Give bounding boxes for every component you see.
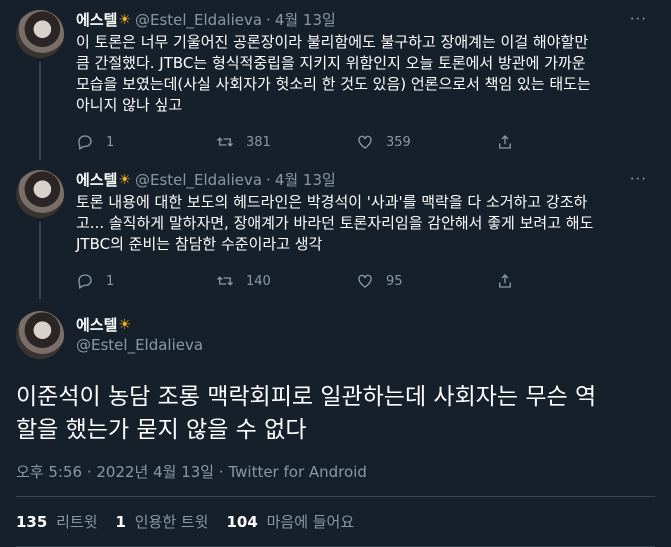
like-count: 359 — [386, 134, 411, 150]
reply-icon — [78, 274, 92, 289]
like-label: 마음에 들어요 — [266, 513, 355, 531]
reply-count: 1 — [106, 273, 115, 289]
tweet-meta: 오후 5:56 · 2022년 4월 13일 · Twitter for And… — [16, 461, 655, 497]
more-options-icon[interactable]: ··· — [630, 10, 647, 28]
thread-tweet-2[interactable]: ··· 에스텔 ☀ @Estel_Eldalieva · 4월 13일 토론 내… — [0, 160, 671, 299]
share-icon — [499, 274, 511, 288]
heart-icon — [358, 135, 372, 149]
tweet-date[interactable]: 4월 13일 — [275, 10, 336, 30]
tweet-text: 이준석이 농담 조롱 맥락회피로 일관하는데 사회자는 무슨 역 할을 했는가 … — [16, 384, 597, 443]
thread-connector — [39, 222, 41, 299]
share-button[interactable] — [496, 272, 514, 290]
like-total: 104 — [226, 513, 258, 531]
retweet-count: 381 — [246, 134, 271, 150]
author-name[interactable]: 에스텔 — [76, 170, 117, 190]
reply-button[interactable]: 1 — [76, 133, 216, 151]
share-icon — [499, 135, 511, 149]
retweet-count: 140 — [246, 273, 271, 289]
avatar[interactable] — [16, 10, 64, 58]
tweet-text: 토론 내용에 대한 보도의 헤드라인은 박경석이 '사과'를 맥락을 다 소거하… — [76, 193, 594, 253]
like-button[interactable]: 95 — [356, 272, 496, 290]
more-options-icon[interactable]: ··· — [630, 170, 647, 188]
retweets-stat[interactable]: 135 리트윗 — [16, 511, 98, 532]
tweet-date[interactable]: 4월 13일 — [275, 170, 336, 190]
separator-dot: · — [266, 11, 271, 29]
retweet-label: 리트윗 — [56, 513, 98, 531]
share-button[interactable] — [496, 133, 514, 151]
separator-dot: · — [218, 463, 224, 481]
heart-icon — [358, 274, 372, 288]
tweet-text: 이 토론은 너무 기울어진 공론장이라 불리함에도 불구하고 장애계는 이걸 해… — [76, 33, 591, 114]
quote-total: 1 — [115, 513, 126, 531]
reply-icon — [78, 135, 92, 150]
author-handle[interactable]: @Estel_Eldalieva — [135, 170, 262, 190]
author-name[interactable]: 에스텔 — [76, 315, 117, 335]
quote-tweets-stat[interactable]: 1 인용한 트윗 — [116, 511, 209, 532]
sun-emoji-icon: ☀ — [118, 317, 131, 333]
like-button[interactable]: 359 — [356, 133, 496, 151]
tweet-stats: 135 리트윗 1 인용한 트윗 104 마음에 들어요 — [16, 497, 655, 547]
retweet-total: 135 — [16, 513, 48, 531]
focused-tweet: 에스텔 ☀ @Estel_Eldalieva 이준석이 농담 조롱 맥락회피로 … — [0, 299, 671, 547]
separator-dot: · — [266, 171, 271, 189]
thread-connector — [39, 62, 41, 160]
retweet-button[interactable]: 381 — [216, 133, 356, 151]
retweet-icon — [217, 276, 233, 286]
author-handle[interactable]: @Estel_Eldalieva — [135, 10, 262, 30]
reply-count: 1 — [106, 134, 115, 150]
avatar[interactable] — [16, 311, 64, 359]
avatar[interactable] — [16, 170, 64, 218]
likes-stat[interactable]: 104 마음에 들어요 — [227, 511, 355, 532]
thread-tweet-1[interactable]: ··· 에스텔 ☀ @Estel_Eldalieva · 4월 13일 이 토론… — [0, 0, 671, 160]
retweet-button[interactable]: 140 — [216, 272, 356, 290]
reply-button[interactable]: 1 — [76, 272, 216, 290]
tweet-timestamp[interactable]: 오후 5:56 · 2022년 4월 13일 — [16, 463, 214, 481]
author-name[interactable]: 에스텔 — [76, 10, 117, 30]
quote-label: 인용한 트윗 — [134, 513, 209, 531]
retweet-icon — [217, 137, 233, 147]
tweet-source[interactable]: Twitter for Android — [228, 463, 366, 481]
author-handle[interactable]: @Estel_Eldalieva — [76, 335, 203, 355]
sun-emoji-icon: ☀ — [118, 172, 131, 188]
like-count: 95 — [386, 273, 403, 289]
sun-emoji-icon: ☀ — [118, 12, 131, 28]
